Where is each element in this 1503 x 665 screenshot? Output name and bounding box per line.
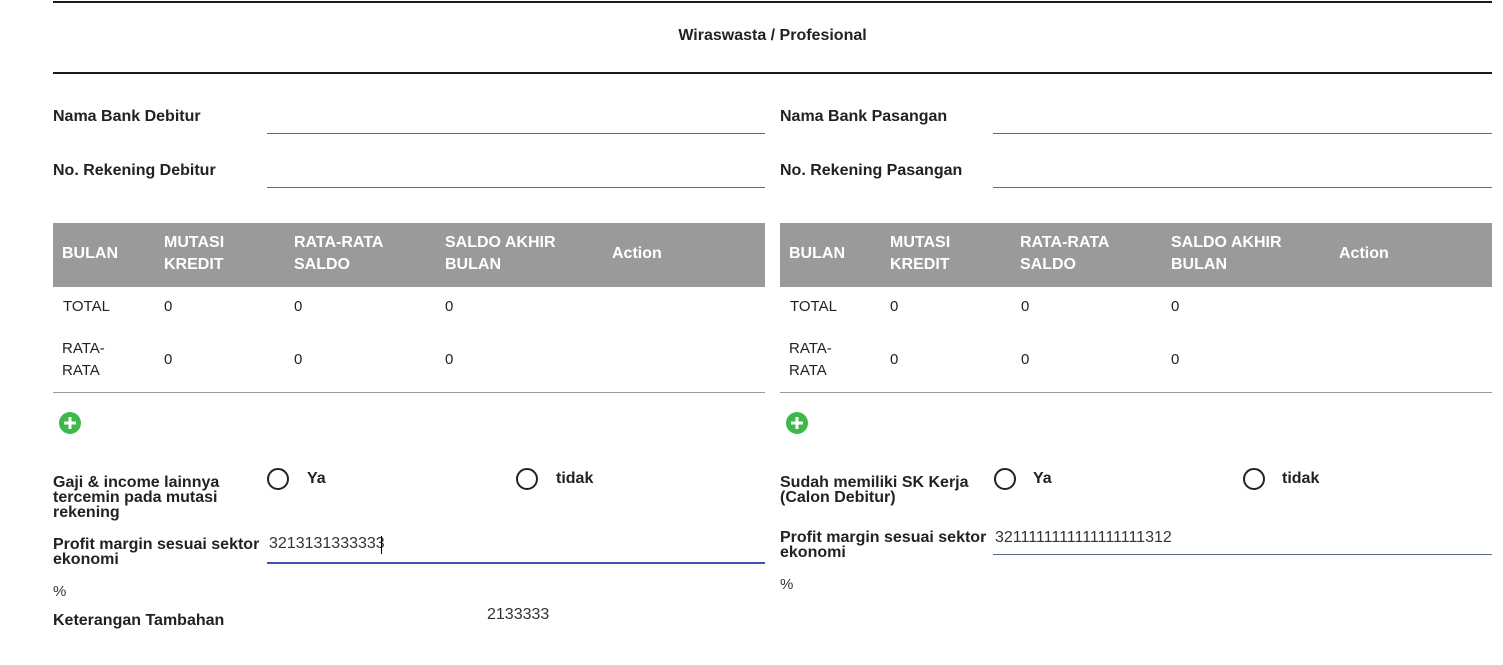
gaji-question-label: Gaji & income lainnya tercemin pada muta…: [53, 474, 220, 521]
col-saldo-akhir-bulan: SALDO AKHIR BULAN: [445, 234, 556, 273]
row-saldo: 0: [445, 351, 454, 368]
radio-tidak-debitur[interactable]: [516, 468, 538, 490]
row-rata: 0: [1021, 298, 1030, 315]
radio-tidak-pasangan[interactable]: [1243, 468, 1265, 490]
sk-kerja-question-label: Sudah memiliki SK Kerja (Calon Debitur): [780, 474, 969, 506]
row-saldo: 0: [445, 298, 454, 315]
col-bulan: BULAN: [789, 245, 845, 262]
percent-suffix: %: [53, 583, 67, 600]
col-action: Action: [612, 245, 662, 262]
row-mutasi: 0: [164, 298, 173, 315]
bank-debitur-input[interactable]: [267, 110, 765, 132]
radio-tidak-label: tidak: [1282, 470, 1320, 487]
plus-circle-icon[interactable]: [59, 412, 81, 434]
plus-circle-icon[interactable]: [786, 412, 808, 434]
rekening-debitur-underline: [267, 187, 765, 188]
col-rata-rata-saldo: RATA-RATA SALDO: [294, 234, 384, 273]
col-rata-rata-saldo: RATA-RATA SALDO: [1020, 234, 1110, 273]
profit-margin-underline-focused: [267, 562, 765, 564]
col-bulan: BULAN: [62, 245, 118, 262]
bank-debitur-label: Nama Bank Debitur: [53, 108, 201, 125]
profit-margin-input[interactable]: 3211111111111111111312: [995, 529, 1172, 547]
row-rata: 0: [294, 351, 303, 368]
row-bulan: RATA- RATA: [789, 340, 832, 379]
rekening-pasangan-label: No. Rekening Pasangan: [780, 162, 963, 179]
radio-ya-label: Ya: [307, 470, 326, 487]
row-rata: 0: [294, 298, 303, 315]
title-divider: [53, 72, 1492, 74]
bank-pasangan-label: Nama Bank Pasangan: [780, 108, 948, 125]
radio-ya-label: Ya: [1033, 470, 1052, 487]
keterangan-label: Keterangan Tambahan: [53, 612, 225, 629]
radio-ya-pasangan[interactable]: [994, 468, 1016, 490]
rekening-debitur-label: No. Rekening Debitur: [53, 162, 216, 179]
rekening-pasangan-underline: [993, 187, 1492, 188]
bank-pasangan-input[interactable]: [993, 110, 1492, 132]
table-bottom-border: [780, 392, 1492, 393]
top-divider: [53, 1, 1492, 3]
row-bulan: TOTAL: [63, 298, 110, 315]
bank-pasangan-underline: [993, 133, 1492, 134]
col-mutasi-kredit: MUTASI KREDIT: [890, 234, 951, 273]
keterangan-input[interactable]: 2133333: [487, 606, 549, 624]
row-mutasi: 0: [164, 351, 173, 368]
col-saldo-akhir-bulan: SALDO AKHIR BULAN: [1171, 234, 1282, 273]
profit-margin-label: Profit margin sesuai sektor ekonomi: [53, 536, 260, 568]
row-mutasi: 0: [890, 298, 899, 315]
rekening-pasangan-input[interactable]: [993, 164, 1492, 186]
row-bulan: TOTAL: [790, 298, 837, 315]
radio-tidak-label: tidak: [556, 470, 594, 487]
col-action: Action: [1339, 245, 1389, 262]
mutasi-table-header-debitur: BULAN MUTASI KREDIT RATA-RATA SALDO SALD…: [53, 223, 765, 287]
rekening-debitur-input[interactable]: [267, 164, 765, 186]
row-bulan: RATA- RATA: [62, 340, 105, 379]
profit-margin-underline: [993, 554, 1492, 555]
profit-margin-input[interactable]: 3213131333333: [269, 535, 385, 553]
row-rata: 0: [1021, 351, 1030, 368]
text-caret: [381, 536, 382, 554]
bank-debitur-underline: [267, 133, 765, 134]
percent-suffix: %: [780, 576, 794, 593]
row-mutasi: 0: [890, 351, 899, 368]
mutasi-table-header-pasangan: BULAN MUTASI KREDIT RATA-RATA SALDO SALD…: [780, 223, 1492, 287]
row-saldo: 0: [1171, 298, 1180, 315]
table-bottom-border: [53, 392, 765, 393]
row-saldo: 0: [1171, 351, 1180, 368]
radio-ya-debitur[interactable]: [267, 468, 289, 490]
section-title: Wiraswasta / Profesional: [678, 27, 867, 44]
profit-margin-label: Profit margin sesuai sektor ekonomi: [780, 529, 987, 561]
col-mutasi-kredit: MUTASI KREDIT: [164, 234, 225, 273]
